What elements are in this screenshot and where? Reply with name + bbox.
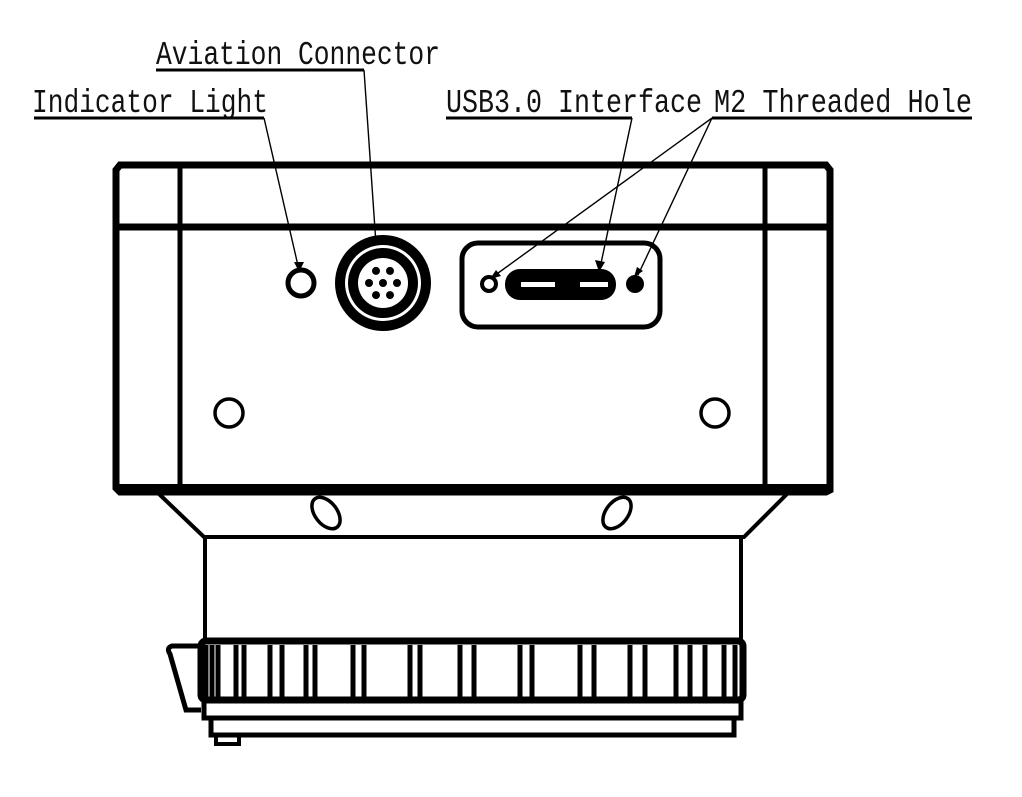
- label-usb3-interface: USB3.0 Interface: [446, 85, 702, 122]
- label-aviation-connector: Aviation Connector: [156, 37, 440, 74]
- screw-hole-right-icon: [699, 397, 731, 429]
- connector-pin: [372, 291, 380, 300]
- connector-pin: [386, 266, 394, 275]
- indicator-light-icon: [285, 267, 317, 299]
- callout-indicator-light: Indicator Light: [32, 85, 304, 272]
- camera-diagram: Aviation Connector Indicator Light USB3.…: [32, 37, 972, 746]
- mount-latch-tab: [165, 643, 201, 713]
- leader-indicator-light: [263, 117, 300, 271]
- connector-pin: [365, 279, 373, 287]
- usb-port-contact-right: [580, 282, 608, 287]
- connector-pin: [372, 266, 380, 275]
- lens-mount: [165, 537, 747, 746]
- connector-pin: [393, 279, 401, 287]
- collar-hole-left-icon: [310, 495, 342, 531]
- collar-hole-right-icon: [601, 495, 633, 531]
- knurl-lines: [203, 645, 738, 697]
- leader-m2-right: [637, 117, 713, 276]
- m2-hole-left-icon: [480, 275, 498, 293]
- tapered-collar: [156, 491, 790, 539]
- collar-outline: [156, 491, 790, 539]
- indicator-light: [285, 267, 317, 299]
- label-m2-threaded-hole: M2 Threaded Hole: [714, 85, 972, 122]
- connector-pin: [386, 291, 394, 300]
- m2-hole-right-icon: [626, 275, 644, 293]
- usb-port-contact-left: [521, 282, 555, 287]
- aviation-connector: [335, 235, 431, 331]
- usb3-panel: [459, 240, 663, 330]
- screw-hole-left-icon: [213, 397, 245, 429]
- connector-pin: [379, 279, 387, 287]
- label-indicator-light: Indicator Light: [32, 85, 268, 122]
- lower-flange-2: [208, 718, 737, 738]
